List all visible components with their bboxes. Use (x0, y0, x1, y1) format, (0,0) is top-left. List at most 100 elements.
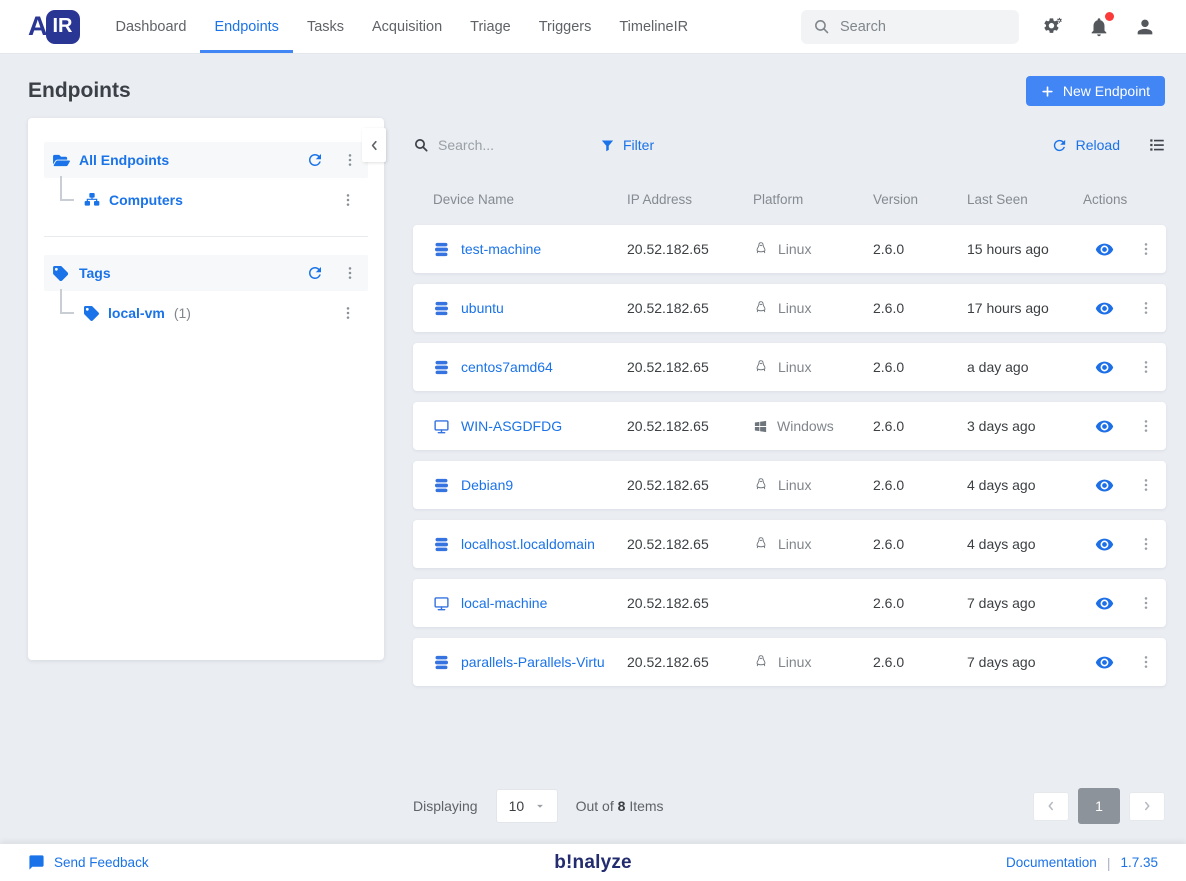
filter-button[interactable]: Filter (600, 137, 654, 153)
row-menu-button[interactable] (1138, 359, 1154, 375)
nav-triage[interactable]: Triage (456, 0, 525, 53)
view-endpoint-button[interactable] (1095, 476, 1114, 495)
row-menu-button[interactable] (1138, 477, 1154, 493)
notification-dot (1105, 12, 1114, 21)
device-name-link[interactable]: test-machine (461, 241, 541, 257)
device-name-link[interactable]: parallels-Parallels-Virtu (461, 654, 605, 670)
endpoint-list-area: Filter Reload Device Name IP Address Pla… (413, 118, 1166, 697)
kebab-menu-icon[interactable] (342, 265, 358, 281)
new-endpoint-button[interactable]: New Endpoint (1026, 76, 1165, 106)
linux-icon (753, 300, 769, 316)
row-menu-button[interactable] (1138, 300, 1154, 316)
next-page-button[interactable] (1129, 792, 1165, 821)
air-logo[interactable]: A IR (28, 0, 80, 53)
user-profile-icon[interactable] (1134, 16, 1156, 38)
total-count: 8 (618, 798, 626, 814)
chevron-left-icon (368, 139, 381, 152)
nav-timelineir[interactable]: TimelineIR (605, 0, 702, 53)
chevron-right-icon (1141, 800, 1153, 812)
device-name-link[interactable]: ubuntu (461, 300, 504, 316)
col-device-name[interactable]: Device Name (433, 192, 627, 207)
view-endpoint-button[interactable] (1095, 358, 1114, 377)
page-title: Endpoints (28, 79, 131, 103)
chevron-left-icon (1045, 800, 1057, 812)
row-menu-button[interactable] (1138, 654, 1154, 670)
view-endpoint-button[interactable] (1095, 299, 1114, 318)
global-search-input[interactable] (840, 19, 1007, 35)
refresh-icon[interactable] (306, 151, 324, 169)
settings-gears-icon[interactable] (1041, 15, 1064, 38)
table-row: Debian9 20.52.182.65 Linux 2.6.0 4 days … (413, 461, 1166, 509)
sitemap-icon (84, 192, 100, 208)
documentation-link[interactable]: Documentation (1006, 855, 1097, 870)
all-endpoints-label[interactable]: All Endpoints (79, 152, 297, 168)
table-search[interactable] (413, 137, 558, 153)
server-icon (433, 359, 450, 376)
row-menu-button[interactable] (1138, 241, 1154, 257)
col-last-seen[interactable]: Last Seen (967, 192, 1083, 207)
monitor-icon (433, 418, 450, 435)
last-seen: a day ago (967, 359, 1083, 375)
computers-label[interactable]: Computers (109, 192, 183, 208)
kebab-menu-icon[interactable] (340, 305, 356, 321)
row-menu-button[interactable] (1138, 536, 1154, 552)
nav-triggers[interactable]: Triggers (525, 0, 606, 53)
view-endpoint-button[interactable] (1095, 535, 1114, 554)
top-navbar: A IR Dashboard Endpoints Tasks Acquisiti… (0, 0, 1186, 54)
row-menu-button[interactable] (1138, 418, 1154, 434)
prev-page-button[interactable] (1033, 792, 1069, 821)
view-endpoint-button[interactable] (1095, 240, 1114, 259)
agent-version: 2.6.0 (873, 418, 967, 434)
footer-bar: Send Feedback b!nalyze Documentation | 1… (0, 844, 1186, 881)
nav-dashboard[interactable]: Dashboard (102, 0, 201, 53)
col-ip-address[interactable]: IP Address (627, 192, 753, 207)
kebab-menu-icon[interactable] (340, 192, 356, 208)
kebab-menu-icon[interactable] (342, 152, 358, 168)
send-feedback-link[interactable]: Send Feedback (28, 854, 554, 871)
reload-button[interactable]: Reload (1051, 137, 1120, 154)
nav-endpoints[interactable]: Endpoints (200, 0, 293, 53)
logo-letters-ir: IR (46, 10, 80, 44)
refresh-icon (1051, 137, 1068, 154)
view-endpoint-button[interactable] (1095, 417, 1114, 436)
linux-icon (753, 359, 769, 375)
panel-collapse-button[interactable] (362, 128, 386, 162)
device-name-link[interactable]: WIN-ASGDFDG (461, 418, 562, 434)
page-size-select[interactable]: 10 (496, 789, 558, 823)
table-row: WIN-ASGDFDG 20.52.182.65 Windows 2.6.0 3… (413, 402, 1166, 450)
nav-tasks[interactable]: Tasks (293, 0, 358, 53)
agent-version: 2.6.0 (873, 595, 967, 611)
table-search-input[interactable] (438, 137, 558, 153)
linux-icon (753, 477, 769, 493)
list-view-icon[interactable] (1148, 136, 1166, 154)
tree-group-tags[interactable]: Tags (44, 255, 368, 291)
last-seen: 3 days ago (967, 418, 1083, 434)
device-name-link[interactable]: Debian9 (461, 477, 513, 493)
device-name-link[interactable]: centos7amd64 (461, 359, 553, 375)
tree-item-computers[interactable]: Computers (44, 180, 368, 220)
current-page-button[interactable]: 1 (1078, 788, 1120, 824)
notifications-bell-icon[interactable] (1088, 16, 1110, 38)
refresh-icon[interactable] (306, 264, 324, 282)
agent-version: 2.6.0 (873, 477, 967, 493)
tree-group-all-endpoints[interactable]: All Endpoints (44, 142, 368, 178)
ip-address: 20.52.182.65 (627, 300, 753, 316)
filter-funnel-icon (600, 138, 615, 153)
tags-label[interactable]: Tags (79, 265, 297, 281)
col-version[interactable]: Version (873, 192, 967, 207)
device-name-link[interactable]: local-machine (461, 595, 547, 611)
device-name-link[interactable]: localhost.localdomain (461, 536, 595, 552)
global-search-box[interactable] (801, 10, 1019, 44)
table-row: ubuntu 20.52.182.65 Linux 2.6.0 17 hours… (413, 284, 1166, 332)
tree-item-local-vm[interactable]: local-vm (1) (44, 293, 368, 333)
platform-label: Linux (778, 477, 811, 493)
agent-version: 2.6.0 (873, 300, 967, 316)
platform-label: Linux (778, 359, 811, 375)
col-platform[interactable]: Platform (753, 192, 873, 207)
view-endpoint-button[interactable] (1095, 653, 1114, 672)
row-menu-button[interactable] (1138, 595, 1154, 611)
server-icon (433, 241, 450, 258)
local-vm-label[interactable]: local-vm (108, 305, 165, 321)
nav-acquisition[interactable]: Acquisition (358, 0, 456, 53)
view-endpoint-button[interactable] (1095, 594, 1114, 613)
